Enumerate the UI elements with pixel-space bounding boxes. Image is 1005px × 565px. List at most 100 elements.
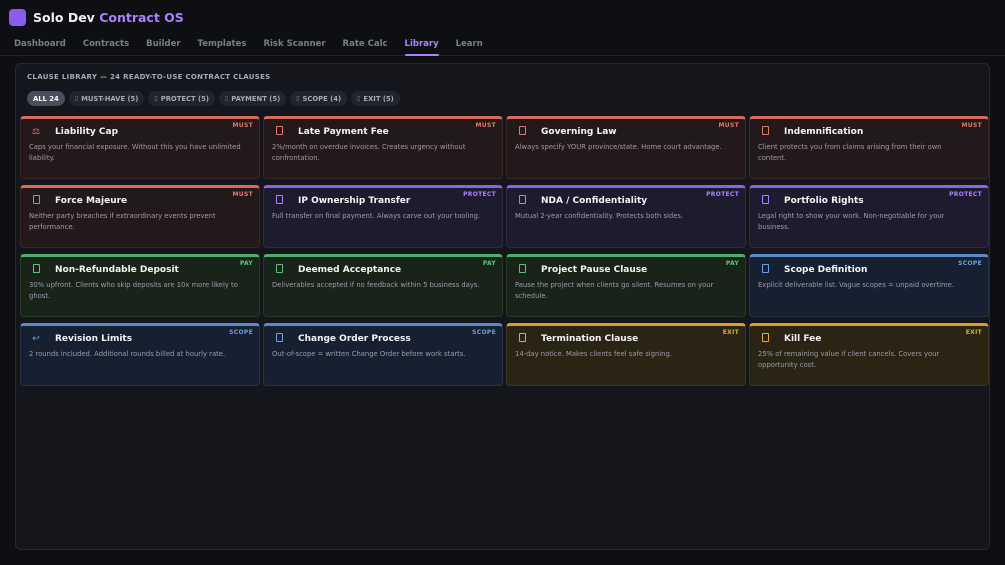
clause-category-badge: MUST: [718, 122, 739, 129]
app-brand: Solo Dev Contract OS: [33, 10, 184, 25]
clause-description: 2%/month on overdue invoices. Creates ur…: [272, 143, 466, 162]
filter-chips: ALL 24 ▯ MUST-HAVE (5) ▯ PROTECT (5) ▯ PAYMENT…: [27, 91, 400, 106]
clause-category-badge: MUST: [232, 122, 253, 129]
box-icon: [758, 195, 772, 207]
filter-chip-label: PROTECT (5): [160, 94, 209, 103]
clause-title: Governing Law: [541, 127, 617, 137]
nav-tab-risk-scanner[interactable]: Risk Scanner: [263, 34, 325, 56]
clause-description: 14-day notice. Makes clients feel safe s…: [515, 350, 672, 358]
main-nav: Dashboard Contracts Builder Templates Risk S…: [0, 34, 1005, 56]
clause-description: Legal right to show your work. Non-negot…: [758, 212, 945, 231]
clause-card[interactable]: NDA / Confidentiality PROTECT Mutual 2-yea…: [506, 185, 746, 248]
clause-title: Change Order Process: [298, 334, 411, 344]
scale-icon: ⚖: [31, 127, 41, 137]
clause-card[interactable]: Non-Refundable Deposit PAY 30% upfront. Cl…: [20, 254, 260, 317]
clause-category-badge: EXIT: [965, 329, 982, 336]
clause-title: Kill Fee: [784, 334, 822, 344]
clause-category-badge: MUST: [475, 122, 496, 129]
brand-accent: Contract OS: [99, 9, 184, 25]
brand-name: Solo Dev: [33, 9, 95, 25]
filter-chip-label: PAYMENT (5): [231, 94, 281, 103]
clause-description: Mutual 2-year confidentiality. Protects …: [515, 212, 684, 220]
clause-card-header: Indemnification: [758, 125, 980, 139]
clause-description: Out-of-scope = written Change Order befo…: [272, 350, 466, 358]
box-icon: [29, 264, 43, 276]
clause-description: Full transfer on final payment. Always c…: [272, 212, 481, 220]
box-icon: [758, 264, 772, 276]
app-header: Solo Dev Contract OS: [0, 0, 1005, 34]
box-icon: ▯: [357, 95, 361, 102]
return-arrow-icon: ↩: [32, 334, 40, 344]
filter-chip-label: EXIT (5): [363, 94, 394, 103]
clause-grid: ⚖ Liability Cap MUST Caps your financial ex…: [20, 116, 989, 386]
nav-tab-rate-calc[interactable]: Rate Calc: [343, 34, 388, 56]
clause-title: NDA / Confidentiality: [541, 196, 648, 206]
filter-chip-label: SCOPE (4): [302, 94, 342, 103]
filter-chip-scope-4[interactable]: ▯ SCOPE (4): [290, 91, 348, 106]
box-icon: [515, 126, 529, 138]
clause-description: Neither party breaches if extraordinary …: [29, 212, 216, 231]
box-icon: [515, 264, 529, 276]
nav-tab-templates[interactable]: Templates: [198, 34, 247, 56]
clause-card-header: Change Order Process: [272, 332, 494, 346]
box-icon: ▯: [154, 95, 158, 102]
box-icon: [29, 195, 43, 207]
box-icon: [758, 333, 772, 345]
nav-tab-builder[interactable]: Builder: [146, 34, 180, 56]
clause-card[interactable]: Kill Fee EXIT 25% of remaining value if cl…: [749, 323, 989, 386]
filter-chip-payment-5[interactable]: ▯ PAYMENT (5): [218, 91, 287, 106]
clause-title: Scope Definition: [784, 265, 868, 275]
clause-card-header: IP Ownership Transfer: [272, 194, 494, 208]
clause-category-badge: PAY: [482, 260, 496, 267]
clause-card-header: ⚖ Liability Cap: [29, 125, 251, 139]
clause-category-badge: SCOPE: [229, 329, 253, 336]
box-icon: [758, 126, 772, 138]
clause-category-badge: MUST: [232, 191, 253, 198]
filter-chip-protect-5[interactable]: ▯ PROTECT (5): [148, 91, 215, 106]
clause-card[interactable]: Project Pause Clause PAY Pause the project…: [506, 254, 746, 317]
nav-tab-contracts[interactable]: Contracts: [83, 34, 129, 56]
clause-category-badge: MUST: [961, 122, 982, 129]
clause-title: Indemnification: [784, 127, 864, 137]
clause-card[interactable]: Scope Definition SCOPE Explicit deliverabl…: [749, 254, 989, 317]
clause-card[interactable]: Termination Clause EXIT 14-day notice. Mak…: [506, 323, 746, 386]
clause-card[interactable]: ⚖ Liability Cap MUST Caps your financial ex…: [20, 116, 260, 179]
box-icon: [515, 333, 529, 345]
clause-card-header: Governing Law: [515, 125, 737, 139]
clause-title: Termination Clause: [541, 334, 639, 344]
clause-description: Deliverables accepted if no feedback wit…: [272, 281, 480, 289]
clause-category-badge: PROTECT: [949, 191, 982, 198]
clause-card[interactable]: Late Payment Fee MUST 2%/month on overdue …: [263, 116, 503, 179]
clause-card[interactable]: Force Majeure MUST Neither party breaches …: [20, 185, 260, 248]
clause-card-header: Portfolio Rights: [758, 194, 980, 208]
box-icon: [272, 195, 286, 207]
clause-description: Explicit deliverable list. Vague scopes …: [758, 281, 955, 289]
nav-tab-library[interactable]: Library: [404, 34, 439, 56]
filter-chip-must-have-5[interactable]: ▯ MUST-HAVE (5): [68, 91, 145, 106]
clause-description: 25% of remaining value if client cancels…: [758, 350, 940, 369]
filter-chip-all-24[interactable]: ALL 24: [27, 91, 65, 106]
nav-tab-learn[interactable]: Learn: [456, 34, 483, 56]
clause-card[interactable]: Governing Law MUST Always specify YOUR pro…: [506, 116, 746, 179]
clause-description: 2 rounds included. Additional rounds bil…: [29, 350, 226, 358]
clause-card[interactable]: Deemed Acceptance PAY Deliverables accepte…: [263, 254, 503, 317]
clause-card-header: ↩ Revision Limits: [29, 332, 251, 346]
clause-card-header: Deemed Acceptance: [272, 263, 494, 277]
nav-tab-dashboard[interactable]: Dashboard: [14, 34, 66, 56]
clause-card[interactable]: IP Ownership Transfer PROTECT Full transfe…: [263, 185, 503, 248]
clause-category-badge: PAY: [725, 260, 739, 267]
box-icon: ▯: [74, 95, 79, 102]
clause-card[interactable]: Change Order Process SCOPE Out-of-scope = …: [263, 323, 503, 386]
clause-category-badge: PROTECT: [706, 191, 739, 198]
box-icon: [272, 333, 286, 345]
filter-chip-exit-5[interactable]: ▯ EXIT (5): [351, 91, 400, 106]
clause-card[interactable]: ↩ Revision Limits SCOPE 2 rounds included. …: [20, 323, 260, 386]
clause-title: Deemed Acceptance: [298, 265, 402, 275]
clause-title: Revision Limits: [55, 334, 133, 344]
clause-card-header: Scope Definition: [758, 263, 980, 277]
box-icon: ▯: [224, 95, 229, 102]
box-icon: [515, 195, 529, 207]
clause-category-badge: SCOPE: [472, 329, 496, 336]
clause-card[interactable]: Portfolio Rights PROTECT Legal right to sh…: [749, 185, 989, 248]
clause-card[interactable]: Indemnification MUST Client protects you f…: [749, 116, 989, 179]
